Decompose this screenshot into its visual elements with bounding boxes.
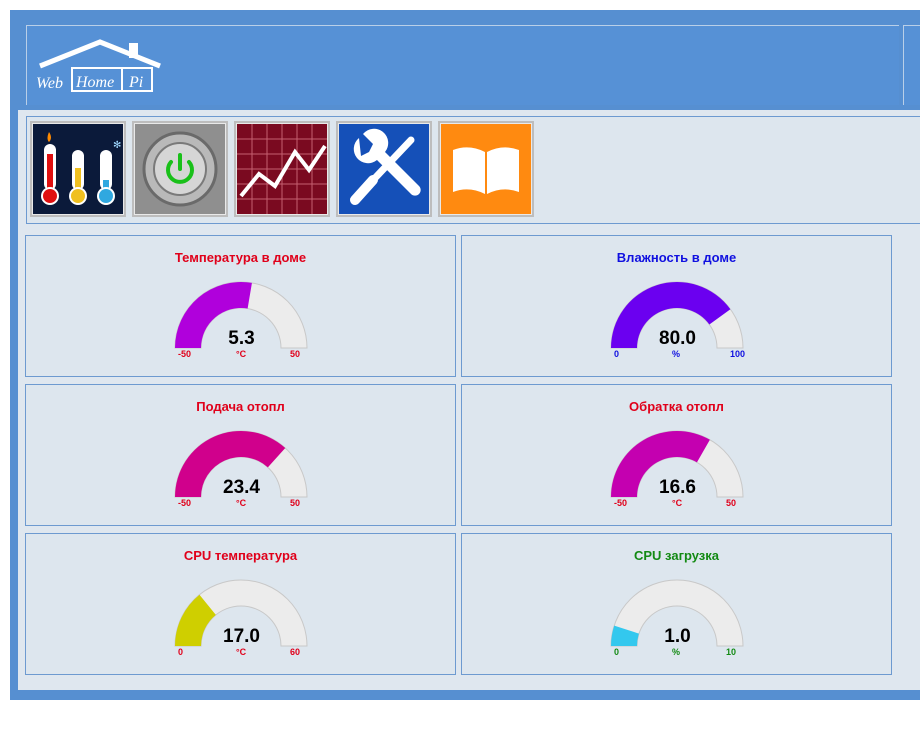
gauge-unit-label: °C [236, 349, 247, 359]
gauge-max-label: 50 [290, 498, 301, 508]
chart-button[interactable] [234, 121, 330, 217]
gauge-value: 17.0 [223, 626, 260, 647]
gauge-unit-label: °C [672, 498, 683, 508]
settings-button[interactable] [336, 121, 432, 217]
gauge-value: 80.0 [659, 328, 696, 349]
gauge-title: Влажность в доме [616, 250, 737, 265]
gauge-panel-home-humidity: Влажность в доме 80.0 0% 100 [461, 235, 892, 377]
gauge-panel-cpu-load: CPU загрузка 1.0 0% 10 [461, 533, 892, 675]
gauge-unit-label: °C [236, 647, 247, 657]
gauge-panel-home-temperature: Температура в доме 5.3 -50 °C 50 [25, 235, 456, 377]
gauge-panel-heating-return: Обратка отопл 16.6 -50 °C 50 [461, 384, 892, 526]
gauge-max-label: 10 [726, 647, 737, 657]
gauge-panel-cpu-temperature: CPU температура 17.0 0 °C 60 [25, 533, 456, 675]
gauge-title: Подача отопл [196, 399, 285, 414]
power-button[interactable] [132, 121, 228, 217]
gauge-max-label: 50 [290, 349, 301, 359]
gauge-title: CPU загрузка [633, 548, 720, 563]
gauge-max-label: 50 [726, 498, 737, 508]
gauge-value: 16.6 [659, 477, 696, 498]
gauge-unit-label: % [672, 349, 681, 359]
power-icon [135, 124, 225, 214]
gauge-min-label: -50 [178, 498, 192, 508]
gauge-value: 5.3 [228, 328, 255, 349]
gauge-min-label: -50 [614, 498, 628, 508]
book-icon [441, 124, 531, 214]
gauge-max-label: 60 [290, 647, 301, 657]
gauge-min-label: -50 [178, 349, 192, 359]
thermometers-button[interactable]: ✻ [30, 121, 126, 217]
thermometers-icon: ✻ [33, 124, 123, 214]
gauge-value: 1.0 [664, 626, 691, 647]
header-bar: Web Home Pi [26, 25, 899, 105]
gauge-min-label: 0 [178, 647, 184, 657]
gauge-max-label: 100 [730, 349, 746, 359]
logo-text-pi: Pi [128, 74, 143, 91]
webhomepi-logo[interactable]: Web Home Pi [34, 38, 164, 99]
gauge-value: 23.4 [223, 477, 260, 498]
gauge-title: CPU температура [183, 548, 298, 563]
gauge-min-label: 0 [614, 647, 620, 657]
gauge-title: Температура в доме [174, 250, 307, 265]
gauge-title: Обратка отопл [629, 399, 724, 414]
logo-text-home: Home [75, 74, 114, 91]
logo-text-web: Web [36, 75, 63, 92]
svg-text:✻: ✻ [113, 140, 121, 151]
header-bar-right [903, 25, 920, 105]
gauge-unit-label: °C [236, 498, 247, 508]
gauge-panel-heating-supply: Подача отопл 23.4 -50 °C 50 [25, 384, 456, 526]
wrench-screwdriver-icon [339, 124, 429, 214]
gauge-unit-label: % [672, 647, 681, 657]
chart-icon [237, 124, 327, 214]
book-button[interactable] [438, 121, 534, 217]
gauge-min-label: 0 [614, 349, 620, 359]
